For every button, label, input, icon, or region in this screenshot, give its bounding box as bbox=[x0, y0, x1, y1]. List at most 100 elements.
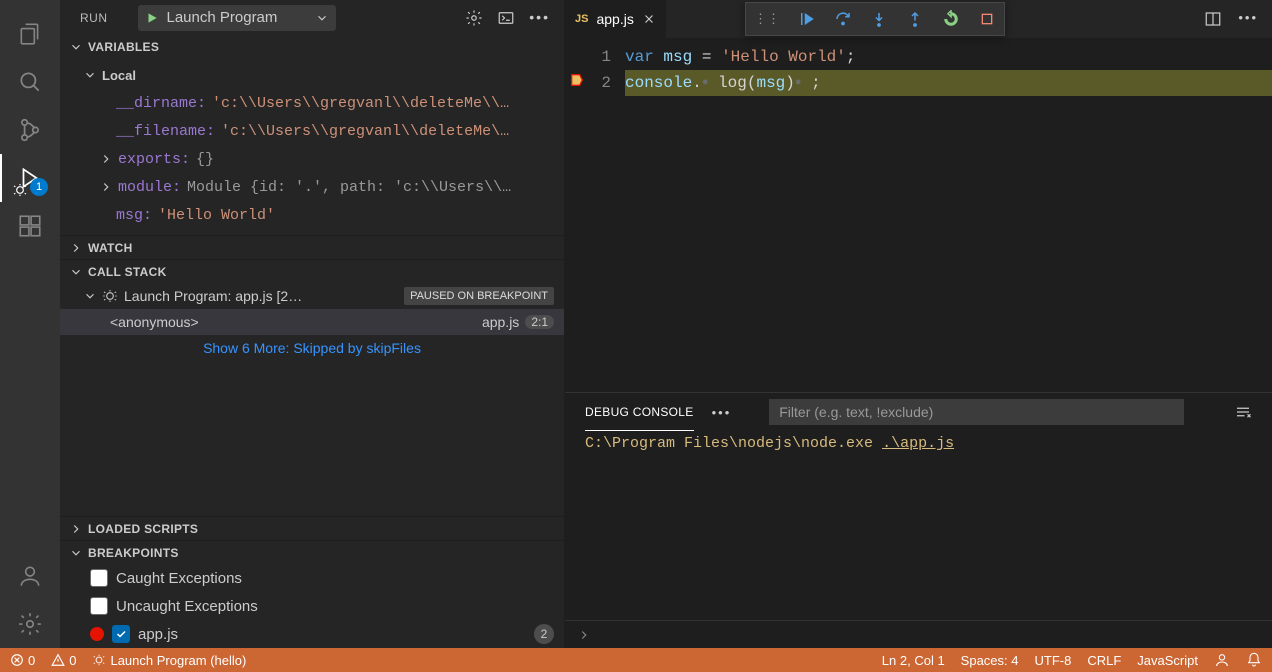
launch-config-dropdown[interactable]: Launch Program bbox=[138, 5, 337, 31]
var-dirname[interactable]: __dirname:'c:\\Users\\gregvanl\\deleteMe… bbox=[60, 89, 564, 117]
gear-icon[interactable] bbox=[465, 9, 483, 27]
var-exports[interactable]: exports:{} bbox=[60, 145, 564, 173]
launch-config-name: Launch Program bbox=[167, 9, 278, 26]
frame-loc: 2:1 bbox=[525, 315, 554, 329]
var-msg[interactable]: msg:'Hello World' bbox=[60, 201, 564, 229]
status-launch[interactable]: Launch Program (hello) bbox=[92, 653, 246, 668]
debug-console-panel: DEBUG CONSOLE ••• C:\Program Files\nodej… bbox=[565, 392, 1272, 648]
console-input[interactable] bbox=[565, 620, 1272, 648]
chevron-down-icon bbox=[82, 288, 98, 304]
section-loaded-scripts[interactable]: LOADED SCRIPTS bbox=[60, 516, 564, 540]
section-watch[interactable]: WATCH bbox=[60, 235, 564, 259]
status-eol[interactable]: CRLF bbox=[1087, 653, 1121, 668]
frame-name: <anonymous> bbox=[110, 314, 199, 330]
callstack-thread[interactable]: Launch Program: app.js [2… PAUSED ON BRE… bbox=[60, 283, 564, 309]
more-icon[interactable]: ••• bbox=[1238, 10, 1258, 28]
variables-label: VARIABLES bbox=[88, 40, 159, 54]
uncaught-label: Uncaught Exceptions bbox=[116, 598, 258, 615]
section-breakpoints[interactable]: BREAKPOINTS bbox=[60, 540, 564, 564]
close-tab-icon[interactable] bbox=[642, 12, 656, 26]
skip-files-link[interactable]: Show 6 More: Skipped by skipFiles bbox=[60, 335, 564, 361]
local-label: Local bbox=[102, 68, 136, 83]
chevron-right-icon bbox=[98, 179, 114, 195]
chevron-down-icon bbox=[68, 39, 84, 55]
console-link[interactable]: .\app.js bbox=[882, 435, 954, 452]
run-title: RUN bbox=[80, 11, 108, 25]
status-cursor[interactable]: Ln 2, Col 1 bbox=[882, 653, 945, 668]
status-errors[interactable]: 0 bbox=[10, 653, 35, 668]
watch-label: WATCH bbox=[88, 241, 133, 255]
frame-file: app.js bbox=[482, 314, 519, 330]
run-debug-icon[interactable]: 1 bbox=[6, 154, 54, 202]
explorer-icon[interactable] bbox=[6, 10, 54, 58]
clear-console-icon[interactable] bbox=[1234, 403, 1252, 421]
checkbox-checked[interactable] bbox=[112, 625, 130, 643]
step-into-icon[interactable] bbox=[870, 10, 888, 28]
bug-icon bbox=[102, 288, 118, 304]
chevron-right-icon bbox=[68, 240, 84, 256]
js-file-icon: JS bbox=[575, 13, 588, 25]
var-module[interactable]: module:Module {id: '.', path: 'c:\\Users… bbox=[60, 173, 564, 201]
chevron-down-icon bbox=[315, 11, 329, 25]
scope-local[interactable]: Local bbox=[60, 61, 564, 89]
breakpoints-label: BREAKPOINTS bbox=[88, 546, 179, 560]
debug-console-icon[interactable] bbox=[497, 9, 515, 27]
bp-file[interactable]: app.js 2 bbox=[60, 620, 564, 648]
checkbox-unchecked[interactable] bbox=[90, 569, 108, 587]
source-control-icon[interactable] bbox=[6, 106, 54, 154]
code-area[interactable]: var msg = 'Hello World'; console.● log(m… bbox=[625, 38, 1272, 392]
step-out-icon[interactable] bbox=[906, 10, 924, 28]
console-output: C:\Program Files\nodejs\node.exe .\app.j… bbox=[565, 431, 1272, 620]
start-debug-icon[interactable] bbox=[145, 11, 159, 25]
status-bar: 0 0 Launch Program (hello) Ln 2, Col 1 S… bbox=[0, 648, 1272, 672]
line-number: 1 bbox=[565, 44, 611, 70]
section-callstack[interactable]: CALL STACK bbox=[60, 259, 564, 283]
filter-input[interactable] bbox=[769, 399, 1184, 425]
status-spaces[interactable]: Spaces: 4 bbox=[961, 653, 1019, 668]
bp-caught[interactable]: Caught Exceptions bbox=[60, 564, 564, 592]
breakpoint-current-icon bbox=[569, 72, 585, 88]
section-variables[interactable]: VARIABLES bbox=[60, 35, 564, 59]
breakpoint-dot-icon bbox=[90, 627, 104, 641]
grip-icon[interactable]: ⋮⋮ bbox=[754, 11, 780, 27]
bp-count: 2 bbox=[534, 624, 554, 644]
checkbox-unchecked[interactable] bbox=[90, 597, 108, 615]
editor-tabs: JS app.js ⋮⋮ ••• bbox=[565, 0, 1272, 38]
stop-icon[interactable] bbox=[978, 10, 996, 28]
continue-icon[interactable] bbox=[798, 10, 816, 28]
line-gutter: 1 2 bbox=[565, 38, 625, 392]
chevron-down-icon bbox=[68, 545, 84, 561]
chevron-down-icon bbox=[68, 264, 84, 280]
activity-bar: 1 bbox=[0, 0, 60, 648]
status-language[interactable]: JavaScript bbox=[1137, 653, 1198, 668]
chevron-right-icon bbox=[68, 521, 84, 537]
feedback-icon[interactable] bbox=[1214, 652, 1230, 668]
more-icon[interactable]: ••• bbox=[529, 9, 550, 27]
restart-icon[interactable] bbox=[942, 10, 960, 28]
notifications-icon[interactable] bbox=[1246, 652, 1262, 668]
stack-frame[interactable]: <anonymous> app.js 2:1 bbox=[60, 309, 564, 335]
debug-toolbar[interactable]: ⋮⋮ bbox=[745, 2, 1005, 36]
code-line-1: var msg = 'Hello World'; bbox=[625, 44, 1272, 70]
run-sidebar: RUN Launch Program ••• VARIABLES bbox=[60, 0, 565, 648]
status-encoding[interactable]: UTF-8 bbox=[1035, 653, 1072, 668]
tab-appjs[interactable]: JS app.js bbox=[565, 0, 666, 38]
more-icon[interactable]: ••• bbox=[712, 405, 732, 420]
settings-gear-icon[interactable] bbox=[6, 600, 54, 648]
thread-title: Launch Program: app.js [2… bbox=[124, 288, 396, 304]
var-filename[interactable]: __filename:'c:\\Users\\gregvanl\\deleteM… bbox=[60, 117, 564, 145]
run-header: RUN Launch Program ••• bbox=[60, 0, 564, 35]
accounts-icon[interactable] bbox=[6, 552, 54, 600]
step-over-icon[interactable] bbox=[834, 10, 852, 28]
split-editor-icon[interactable] bbox=[1204, 10, 1222, 28]
status-warnings[interactable]: 0 bbox=[51, 653, 76, 668]
chevron-down-icon bbox=[82, 67, 98, 83]
search-icon[interactable] bbox=[6, 58, 54, 106]
loaded-label: LOADED SCRIPTS bbox=[88, 522, 198, 536]
callstack-label: CALL STACK bbox=[88, 265, 167, 279]
bp-file-label: app.js bbox=[138, 626, 178, 643]
extensions-icon[interactable] bbox=[6, 202, 54, 250]
paused-badge: PAUSED ON BREAKPOINT bbox=[404, 287, 554, 305]
bp-uncaught[interactable]: Uncaught Exceptions bbox=[60, 592, 564, 620]
panel-tab-debug-console[interactable]: DEBUG CONSOLE bbox=[585, 393, 694, 431]
